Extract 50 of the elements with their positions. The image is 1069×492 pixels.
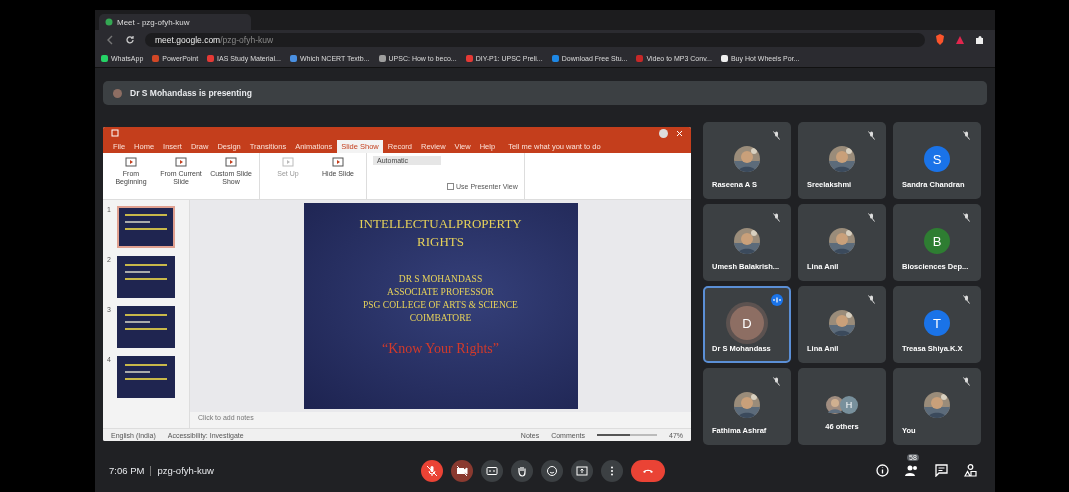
globe-icon: [105, 18, 113, 26]
present-button[interactable]: [571, 459, 593, 482]
camera-button[interactable]: [451, 459, 473, 482]
browser-tab[interactable]: Meet - pzg-ofyh-kuw: [99, 14, 251, 30]
avatar: D: [730, 306, 764, 340]
slide-author: DR S MOHANDASS ASSOCIATE PROFESSOR PSG COLLEGE OF ARTS & SCIENCE COIMBATORE: [363, 273, 518, 325]
save-icon[interactable]: [111, 129, 119, 137]
captions-icon: [486, 464, 498, 477]
avatar: H: [840, 396, 858, 414]
end-call-button[interactable]: [631, 459, 665, 482]
puzzle-icon[interactable]: [975, 34, 985, 45]
slide-thumbnail[interactable]: [117, 256, 175, 298]
speaking-icon: [771, 294, 783, 306]
slide-thumbnail[interactable]: [117, 306, 175, 348]
slide-title: INTELLECTUALPROPERTY RIGHTS: [359, 215, 522, 251]
captions-button[interactable]: [481, 459, 503, 482]
reload-icon[interactable]: [125, 34, 135, 45]
chat-icon[interactable]: [935, 464, 948, 477]
slide-thumbnail[interactable]: [117, 356, 175, 398]
user-avatar-icon: [659, 128, 668, 138]
people-icon[interactable]: [905, 464, 919, 477]
hand-icon: [516, 464, 528, 477]
slide-tagline: “Know Your Rights”: [381, 341, 500, 357]
slideshow-icon: [224, 156, 238, 170]
mic-button[interactable]: [421, 459, 443, 482]
slideshow-icon: [174, 156, 188, 170]
slideshow-icon: [124, 156, 138, 170]
presenter-icon: [113, 88, 122, 98]
avatar: T: [924, 310, 950, 336]
emoji-icon: [546, 464, 558, 477]
triangle-icon[interactable]: [955, 34, 965, 45]
avatar: B: [924, 228, 950, 254]
slideshow-icon: [281, 156, 295, 170]
meeting-time: 7:06 PM: [109, 465, 145, 476]
close-icon[interactable]: [676, 129, 683, 137]
present-icon: [576, 464, 588, 477]
avatar: S: [924, 146, 950, 172]
slideshow-icon: [331, 156, 345, 170]
info-icon[interactable]: [876, 464, 889, 477]
activities-icon[interactable]: [964, 464, 977, 477]
camera-icon: [456, 464, 468, 477]
presenting-text: Dr S Mohandass is presenting: [130, 88, 252, 98]
back-icon[interactable]: [105, 34, 115, 45]
more-button[interactable]: [601, 459, 623, 482]
slide-thumbnail[interactable]: [117, 206, 175, 248]
emoji-button[interactable]: [541, 459, 563, 482]
hand-button[interactable]: [511, 459, 533, 482]
mic-icon: [426, 464, 438, 477]
address-field[interactable]: meet.google.com/pzg-ofyh-kuw: [145, 32, 925, 47]
meeting-code: pzg-ofyh-kuw: [157, 465, 214, 476]
